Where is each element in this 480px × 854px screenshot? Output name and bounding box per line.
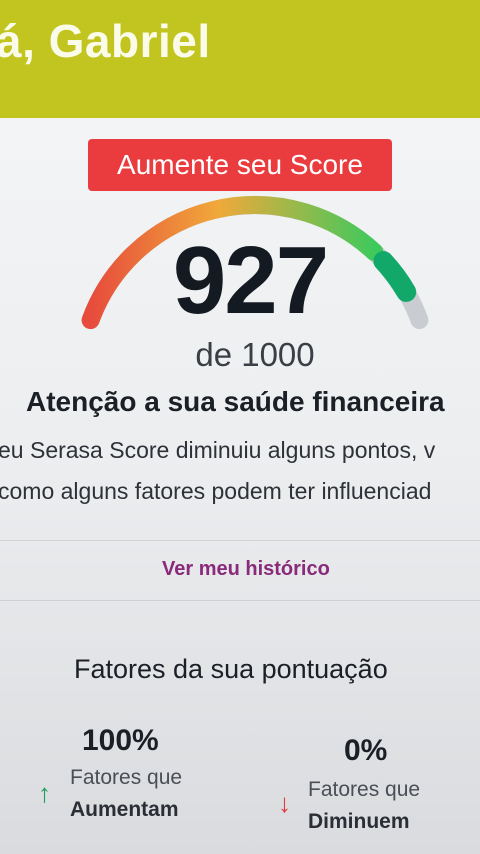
decrease-label-strong: Diminuem bbox=[308, 810, 410, 833]
decrease-percent: 0% bbox=[344, 734, 388, 767]
increase-percent: 100% bbox=[82, 724, 159, 757]
factors-title: Fatores da sua pontuação bbox=[74, 654, 388, 684]
increase-label-strong: Aumentam bbox=[70, 798, 179, 821]
divider-top bbox=[0, 540, 480, 541]
score-max: de 1000 bbox=[195, 336, 315, 373]
increase-label: Fatores que bbox=[70, 766, 183, 789]
header-bar: á, Gabriel bbox=[0, 0, 480, 118]
alert-text-line-1: eu Serasa Score diminuiu alguns pontos, … bbox=[0, 437, 436, 463]
decrease-label: Fatores que bbox=[308, 778, 421, 801]
overlay-caption: Aumente seu Score bbox=[88, 139, 392, 191]
history-link[interactable]: Ver meu histórico bbox=[162, 558, 330, 581]
greeting-text: á, Gabriel bbox=[0, 15, 211, 67]
score-value: 927 bbox=[172, 227, 329, 334]
divider-bottom bbox=[0, 600, 480, 601]
arrow-down-icon: ↓ bbox=[278, 788, 291, 818]
alert-title: Atenção a sua saúde financeira bbox=[26, 386, 445, 417]
arrow-up-icon: ↑ bbox=[38, 778, 51, 808]
alert-text-line-2: como alguns fatores podem ter influencia… bbox=[0, 478, 432, 504]
